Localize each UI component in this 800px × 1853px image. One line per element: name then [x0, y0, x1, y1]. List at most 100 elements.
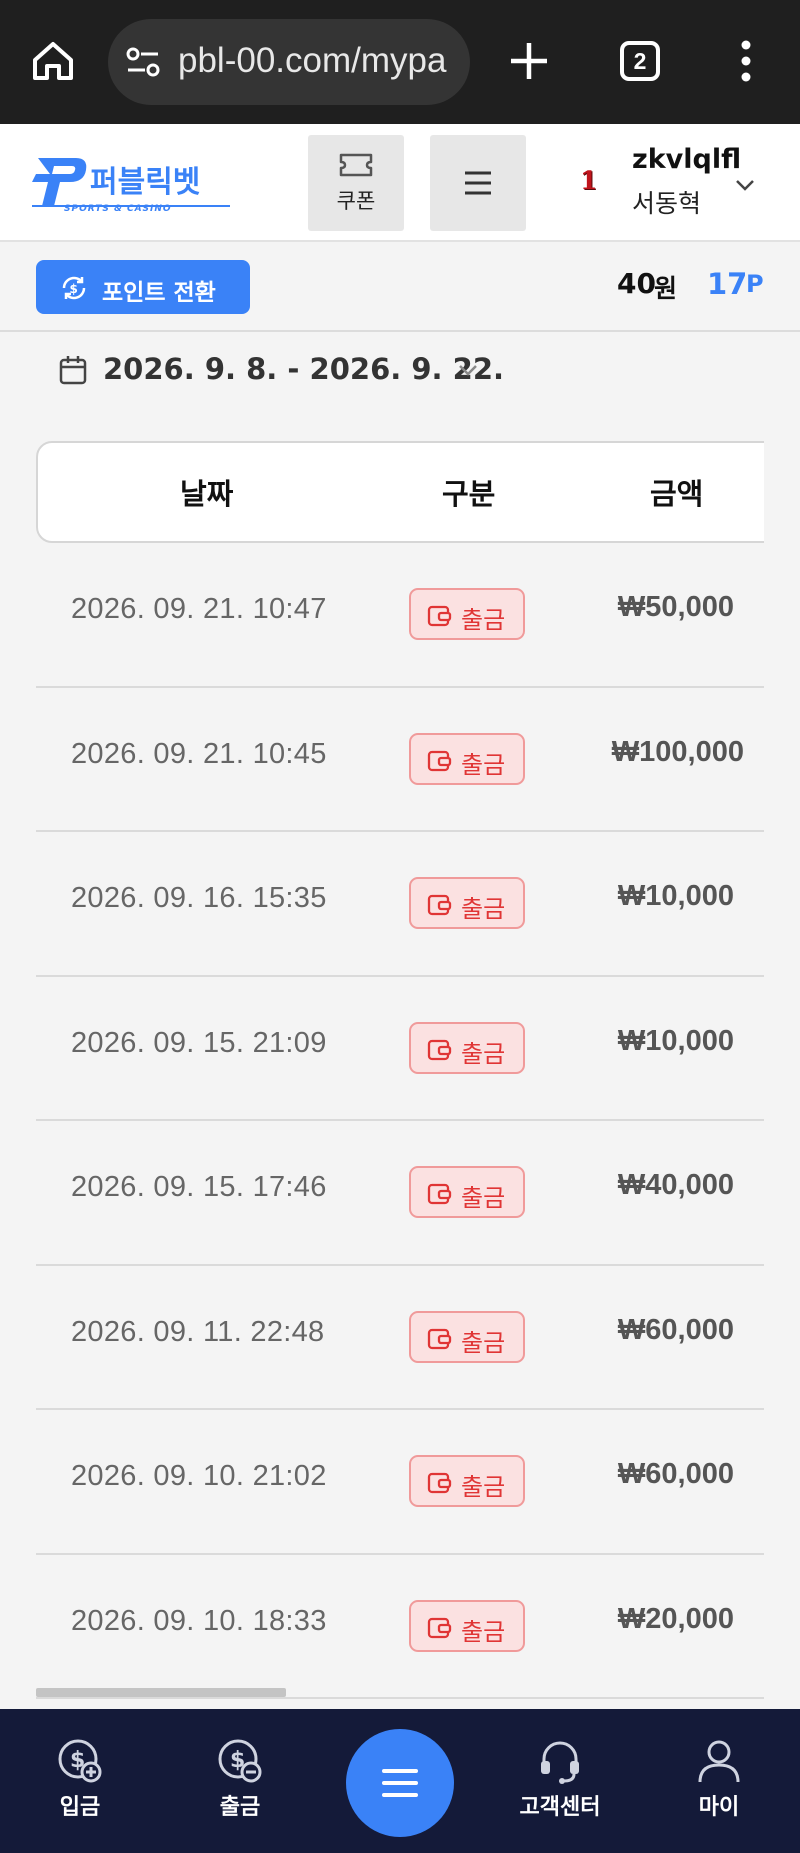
svg-text:$: $ — [70, 282, 78, 296]
wallet-icon — [427, 894, 452, 916]
wallet-icon — [427, 1328, 452, 1349]
home-icon[interactable] — [30, 38, 76, 84]
horizontal-scrollbar[interactable] — [36, 1688, 286, 1697]
row-date: 2026. 09. 16. 15:35 — [71, 882, 327, 914]
points-bar: $ 포인트 전환 40 원 17 P — [0, 242, 800, 332]
withdrawal-badge: 출금 — [409, 877, 525, 929]
date-range-text: 2026. 9. 8. - 2026. 9. 22. — [103, 352, 505, 386]
withdrawal-badge: 출금 — [409, 1310, 525, 1363]
row-date: 2026. 09. 21. 10:45 — [71, 737, 327, 770]
row-amount: ₩60,000 — [617, 1458, 734, 1490]
column-header-amount: 금액 — [650, 477, 704, 511]
table-row: 2026. 09. 16. 15:35 출금 ₩10,000 — [36, 832, 764, 977]
tab-switcher-button[interactable]: 2 — [620, 41, 660, 81]
type-label: 출금 — [461, 895, 506, 923]
hamburger-icon — [465, 171, 491, 195]
nav-menu-button[interactable] — [346, 1729, 454, 1837]
table-row: 2026. 09. 10. 21:02 출금 ₩60,000 — [36, 1410, 764, 1555]
username[interactable]: zkvlqlfl — [632, 144, 741, 175]
main-menu-button[interactable] — [430, 135, 526, 231]
column-header-type: 구분 — [442, 477, 496, 511]
row-amount: ₩10,000 — [617, 880, 734, 912]
type-label: 출금 — [461, 1184, 506, 1212]
browser-toolbar: pbl-00.com/mypa 2 — [0, 0, 800, 124]
row-amount: ₩50,000 — [617, 591, 734, 623]
type-label: 출금 — [461, 750, 506, 779]
nav-withdraw-label: 출금 — [219, 1795, 261, 1820]
type-label: 출금 — [461, 1617, 506, 1646]
wallet-icon — [427, 1183, 452, 1205]
row-amount: ₩20,000 — [617, 1602, 734, 1635]
wallet-icon — [427, 1617, 452, 1638]
withdrawal-badge: 출금 — [409, 1455, 525, 1507]
chevron-down-icon — [459, 365, 477, 376]
calendar-icon — [59, 356, 87, 385]
nav-deposit-label: 입금 — [59, 1795, 101, 1820]
nav-my-label: 마이 — [698, 1795, 740, 1820]
row-date: 2026. 09. 15. 21:09 — [71, 1026, 327, 1059]
type-label: 출금 — [461, 606, 506, 634]
type-label: 출금 — [461, 1473, 506, 1501]
row-amount: ₩10,000 — [617, 1024, 734, 1057]
nav-support-label: 고객센터 — [519, 1795, 601, 1820]
new-tab-icon[interactable] — [506, 38, 552, 84]
exchange-icon: $ — [62, 276, 86, 300]
table-row: 2026. 09. 10. 18:33 출금 ₩20,000 — [36, 1555, 764, 1699]
coupon-button[interactable]: 쿠폰 — [308, 135, 404, 231]
hamburger-icon — [382, 1769, 418, 1797]
points-unit: P — [746, 270, 764, 298]
ticket-icon — [339, 153, 373, 177]
transaction-table[interactable]: 날짜 구분 금액 2026. 09. 21. 10:47 출금 ₩50,000 … — [36, 441, 764, 1711]
wallet-icon — [427, 1472, 452, 1494]
type-label: 출금 — [461, 1039, 506, 1068]
table-header: 날짜 구분 금액 — [36, 441, 764, 543]
chevron-down-icon[interactable] — [735, 178, 755, 192]
nav-customer-center[interactable]: 고객센터 — [500, 1737, 620, 1821]
user-real-name[interactable]: 서동혁 — [632, 184, 701, 220]
nav-deposit[interactable]: $ 입금 — [20, 1737, 140, 1821]
coupon-label: 쿠폰 — [336, 189, 376, 213]
cash-balance: 40 — [617, 267, 656, 300]
point-convert-label: 포인트 전환 — [102, 280, 216, 306]
withdrawal-badge: 출금 — [409, 732, 525, 785]
table-body: 2026. 09. 21. 10:47 출금 ₩50,000 2026. 09.… — [36, 543, 764, 1699]
date-range-picker[interactable]: 2026. 9. 8. - 2026. 9. 22. — [58, 346, 504, 394]
withdrawal-badge: 출금 — [409, 588, 525, 640]
table-row: 2026. 09. 15. 21:09 출금 ₩10,000 — [36, 977, 764, 1121]
headset-icon — [541, 1741, 579, 1784]
point-convert-button[interactable]: $ 포인트 전환 — [36, 260, 250, 314]
table-row: 2026. 09. 21. 10:45 출금 ₩100,000 — [36, 688, 764, 832]
address-bar[interactable]: pbl-00.com/mypa — [108, 19, 470, 105]
user-level-badge: 1 — [580, 166, 598, 195]
row-amount: ₩40,000 — [617, 1169, 734, 1201]
deposit-icon: $ — [58, 1739, 102, 1783]
row-amount: ₩60,000 — [617, 1313, 734, 1346]
column-header-date: 날짜 — [180, 477, 234, 511]
row-date: 2026. 09. 21. 10:47 — [71, 593, 327, 625]
nav-my-page[interactable]: 마이 — [659, 1737, 779, 1821]
withdrawal-badge: 출금 — [409, 1599, 525, 1652]
table-row: 2026. 09. 21. 10:47 출금 ₩50,000 — [36, 543, 764, 688]
row-amount: ₩100,000 — [611, 735, 744, 768]
site-settings-icon[interactable] — [124, 43, 162, 81]
logo-text: 퍼블릭벳 — [90, 165, 200, 200]
wallet-icon — [427, 750, 452, 771]
row-date: 2026. 09. 11. 22:48 — [71, 1315, 325, 1348]
site-header: 퍼블릭벳 SPORTS & CASINO 쿠폰 1 zkvlqlfl 서동혁 — [0, 124, 800, 242]
more-options-icon[interactable] — [730, 38, 762, 84]
wallet-icon — [427, 1039, 452, 1060]
row-date: 2026. 09. 10. 21:02 — [71, 1460, 327, 1492]
withdrawal-badge: 출금 — [409, 1021, 525, 1074]
type-label: 출금 — [461, 1328, 506, 1357]
nav-withdraw[interactable]: $ 출금 — [180, 1737, 300, 1821]
logo-subtext: SPORTS & CASINO — [64, 204, 172, 214]
url-text: pbl-00.com/mypa — [178, 41, 447, 80]
row-date: 2026. 09. 10. 18:33 — [71, 1604, 327, 1637]
table-row: 2026. 09. 11. 22:48 출금 ₩60,000 — [36, 1266, 764, 1410]
site-logo[interactable]: 퍼블릭벳 SPORTS & CASINO — [30, 154, 235, 214]
withdrawal-badge: 출금 — [409, 1166, 525, 1218]
points-balance: 17 — [707, 267, 748, 301]
withdraw-icon: $ — [218, 1739, 262, 1783]
table-row: 2026. 09. 15. 17:46 출금 ₩40,000 — [36, 1121, 764, 1266]
row-date: 2026. 09. 15. 17:46 — [71, 1171, 327, 1203]
